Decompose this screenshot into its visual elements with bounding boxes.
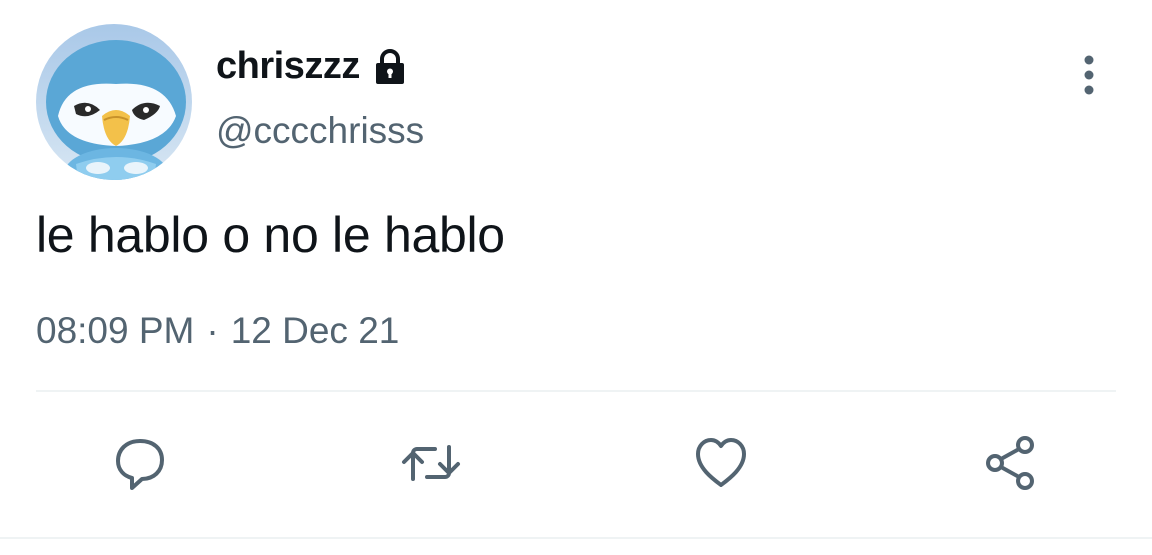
bottom-divider (0, 537, 1152, 539)
divider (36, 390, 1116, 392)
tweet-time[interactable]: 08:09 PM (36, 310, 194, 352)
heart-icon (696, 438, 746, 487)
more-vertical-icon (1084, 55, 1094, 95)
reply-button[interactable] (105, 428, 175, 498)
action-bar (0, 428, 1152, 498)
share-button[interactable] (976, 428, 1046, 498)
more-options-button[interactable] (1068, 50, 1110, 100)
share-nodes-icon (986, 436, 1034, 490)
avatar[interactable] (36, 24, 192, 180)
tweet-timestamp[interactable]: 08:09 PM · 12 Dec 21 (36, 310, 399, 352)
display-name[interactable]: chriszzz (216, 45, 360, 88)
display-name-row[interactable]: chriszzz (216, 42, 410, 90)
tweet-date[interactable]: 12 Dec 21 (231, 310, 400, 352)
like-button[interactable] (686, 428, 756, 498)
lock-icon (375, 49, 404, 84)
penguin-avatar-image (36, 24, 192, 180)
retweet-button[interactable] (396, 428, 466, 498)
speech-bubble-icon (116, 439, 164, 490)
retweet-arrows-icon (402, 445, 460, 481)
tweet-text: le hablo o no le hablo (36, 207, 505, 263)
user-handle[interactable]: @cccchrisss (216, 110, 424, 152)
meta-separator: · (206, 310, 219, 351)
tweet-card: chriszzz @cccchrisss le hablo o no le ha… (0, 0, 1152, 555)
